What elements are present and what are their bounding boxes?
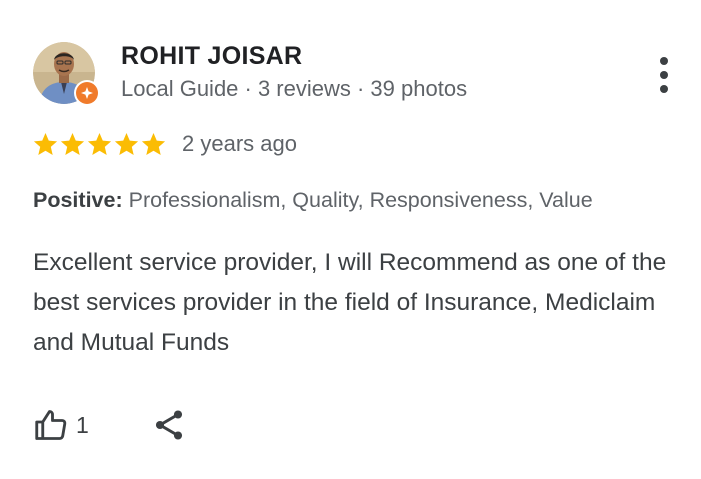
- share-button[interactable]: [151, 407, 187, 443]
- star-icon: [114, 132, 139, 155]
- review-card: ROHIT JOISAR Local Guide · 3 reviews · 3…: [0, 0, 701, 479]
- positive-label: Positive:: [33, 188, 123, 212]
- positive-attributes: Positive: Professionalism, Quality, Resp…: [33, 188, 593, 213]
- review-text: Excellent service provider, I will Recom…: [33, 249, 667, 356]
- like-count: 1: [76, 411, 89, 438]
- more-dot: [660, 57, 668, 65]
- local-guide-badge-icon: [74, 80, 100, 106]
- reviewer-meta: Local Guide · 3 reviews · 39 photos: [121, 76, 468, 101]
- star-rating: [32, 131, 167, 158]
- avatar[interactable]: [33, 42, 100, 106]
- star-icon: [141, 132, 166, 155]
- reviewer-name[interactable]: ROHIT JOISAR: [121, 42, 302, 71]
- star-icon: [33, 132, 58, 155]
- rating-row: 2 years ago: [32, 128, 297, 160]
- review-actions: 1: [33, 405, 187, 445]
- star-icon: [87, 132, 112, 155]
- share-icon: [155, 410, 182, 440]
- more-vertical-icon[interactable]: [648, 55, 680, 95]
- review-date: 2 years ago: [182, 131, 297, 156]
- thumbs-up-icon: [35, 410, 67, 440]
- star-icon: [60, 132, 85, 155]
- positive-values: Professionalism, Quality, Responsiveness…: [128, 188, 593, 212]
- more-dot: [660, 85, 668, 93]
- like-button[interactable]: 1: [33, 407, 89, 443]
- more-dot: [660, 71, 668, 79]
